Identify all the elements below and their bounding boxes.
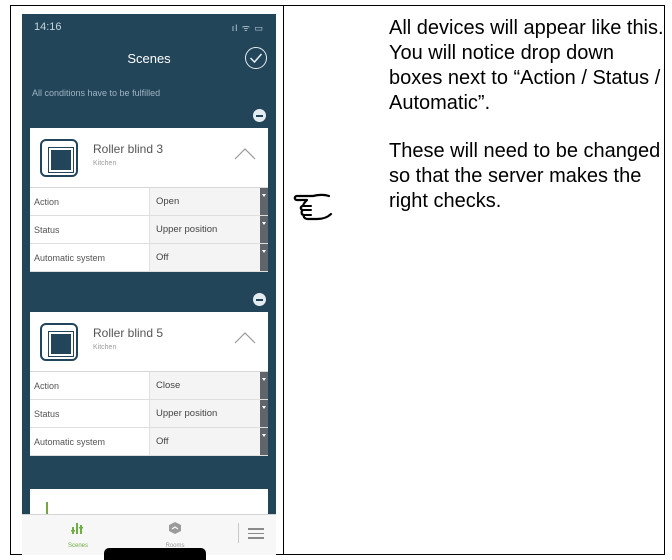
device-card: Roller blind 3 Kitchen Action Open Statu… xyxy=(30,128,268,272)
automatic-dropdown[interactable]: Off xyxy=(150,428,268,455)
row-label: Status xyxy=(30,400,150,427)
remove-device-icon[interactable] xyxy=(253,109,266,122)
dropdown-value: Off xyxy=(156,252,169,263)
row-label: Status xyxy=(30,216,150,243)
status-dropdown[interactable]: Upper position xyxy=(150,400,268,427)
row-label: Action xyxy=(30,188,150,215)
remove-row xyxy=(22,98,276,128)
device-card-header[interactable]: Roller blind 3 Kitchen xyxy=(30,128,268,188)
status-time: 14:16 xyxy=(34,21,62,33)
row-label: Automatic system xyxy=(30,244,150,271)
column-divider xyxy=(283,5,284,555)
automatic-dropdown[interactable]: Off xyxy=(150,244,268,271)
roller-blind-icon xyxy=(40,323,78,361)
device-room: Kitchen xyxy=(93,160,117,167)
status-dropdown[interactable]: Upper position xyxy=(150,216,268,243)
hamburger-menu-icon[interactable] xyxy=(248,528,264,542)
device-room: Kitchen xyxy=(93,344,117,351)
dropdown-value: Open xyxy=(156,196,180,207)
rooms-icon xyxy=(169,522,181,534)
page-title: Scenes xyxy=(127,50,171,66)
device-icon xyxy=(46,502,48,514)
condition-row-automatic: Automatic system Off xyxy=(30,244,268,272)
dropdown-arrow-icon[interactable] xyxy=(260,400,268,427)
condition-row-status: Status Upper position xyxy=(30,216,268,244)
tab-rooms[interactable]: Rooms xyxy=(145,521,205,549)
action-dropdown[interactable]: Open xyxy=(150,188,268,215)
conditions-hint: All conditions have to be fulfilled xyxy=(32,88,161,98)
dropdown-arrow-icon[interactable] xyxy=(260,216,268,243)
dropdown-arrow-icon[interactable] xyxy=(260,372,268,399)
row-label: Automatic system xyxy=(30,428,150,455)
dropdown-value: Close xyxy=(156,380,181,391)
phone-screenshot: 14:16 ıl ᯤ ▭ Scenes All conditions have … xyxy=(22,14,276,555)
dropdown-arrow-icon[interactable] xyxy=(260,188,268,215)
nav-bar: Scenes xyxy=(22,40,276,76)
chevron-up-icon[interactable] xyxy=(234,332,256,344)
dropdown-value: Upper position xyxy=(156,224,218,235)
dropdown-value: Off xyxy=(156,436,169,447)
status-bar: 14:16 ıl ᯤ ▭ xyxy=(22,14,276,40)
check-circle-icon[interactable] xyxy=(245,47,267,69)
device-name: Roller blind 3 xyxy=(93,142,164,156)
dropdown-value: Upper position xyxy=(156,408,218,419)
instruction-paragraph: All devices will appear like this. You w… xyxy=(389,17,664,114)
instruction-paragraph: These will need to be changed so that th… xyxy=(389,140,661,212)
dropdown-arrow-icon[interactable] xyxy=(260,428,268,455)
tab-label: Scenes xyxy=(67,543,88,549)
condition-row-automatic: Automatic system Off xyxy=(30,428,268,456)
condition-row-action: Action Open xyxy=(30,188,268,216)
tab-scenes[interactable]: Scenes xyxy=(48,521,108,549)
roller-blind-icon xyxy=(40,139,78,177)
home-indicator xyxy=(104,548,206,560)
pointing-hand-icon xyxy=(293,193,333,221)
scenes-icon xyxy=(71,523,83,534)
status-indicators: ıl ᯤ ▭ xyxy=(231,22,264,33)
remove-device-icon[interactable] xyxy=(253,293,266,306)
chevron-up-icon[interactable] xyxy=(234,148,256,160)
device-card: Roller blind 5 Kitchen Action Close Stat… xyxy=(30,312,268,456)
condition-row-action: Action Close xyxy=(30,372,268,400)
device-name: Roller blind 5 xyxy=(93,326,164,340)
instructions-text: All devices will appear like this. You w… xyxy=(389,16,664,237)
action-dropdown[interactable]: Close xyxy=(150,372,268,399)
remove-row xyxy=(22,272,276,312)
dropdown-arrow-icon[interactable] xyxy=(260,244,268,271)
row-label: Action xyxy=(30,372,150,399)
device-card-header[interactable]: Roller blind 5 Kitchen xyxy=(30,312,268,372)
tab-separator xyxy=(238,523,239,543)
condition-row-status: Status Upper position xyxy=(30,400,268,428)
